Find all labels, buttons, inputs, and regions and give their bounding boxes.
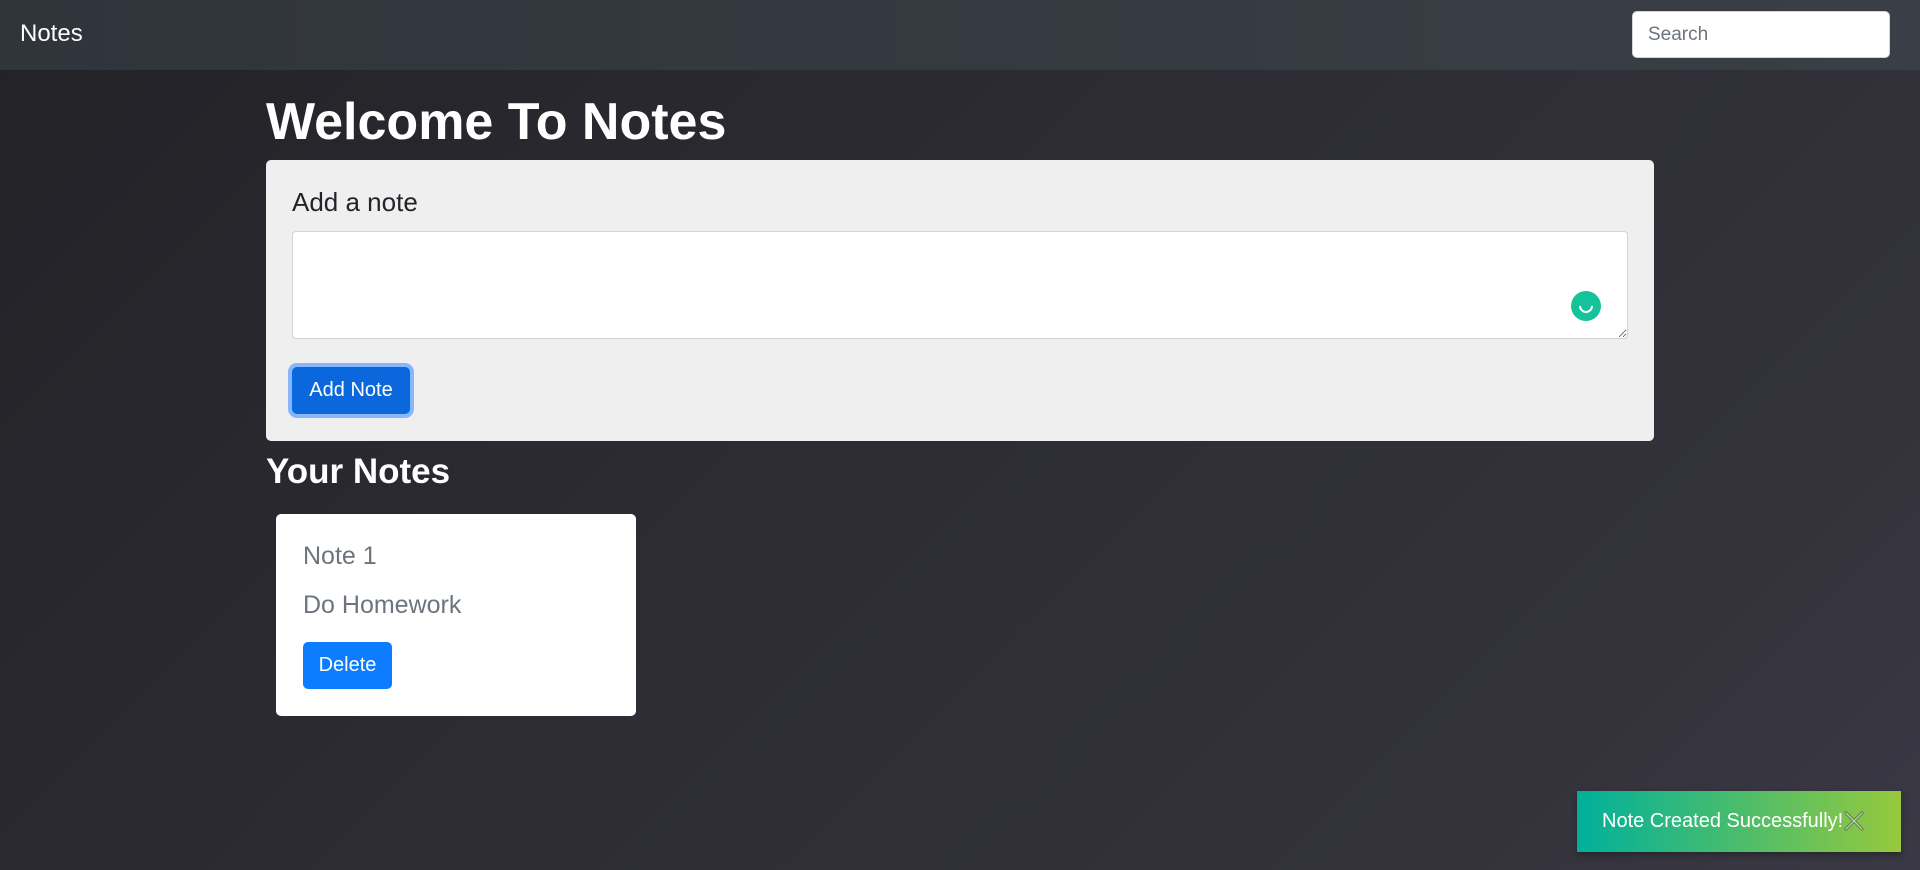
toast-message: Note Created Successfully!	[1602, 810, 1844, 832]
note-card: Note 1 Do Homework Delete	[276, 514, 636, 716]
notes-heading: Your Notes	[266, 452, 451, 491]
success-toast: Note Created Successfully!	[1577, 791, 1901, 852]
brand-link[interactable]: Notes	[20, 20, 83, 48]
close-icon[interactable]	[1842, 809, 1866, 833]
search-input[interactable]	[1632, 11, 1890, 58]
note-text: Do Homework	[303, 591, 462, 619]
navbar: Notes	[0, 0, 1920, 70]
page-title: Welcome To Notes	[266, 93, 727, 151]
add-note-label: Add a note	[292, 187, 418, 217]
add-note-button[interactable]: Add Note	[292, 367, 410, 414]
delete-button[interactable]: Delete	[303, 642, 392, 689]
add-note-card: Add a note Add Note	[266, 160, 1654, 441]
grammarly-icon[interactable]	[1571, 291, 1601, 321]
note-title: Note 1	[303, 542, 377, 570]
note-textarea[interactable]	[292, 231, 1628, 339]
